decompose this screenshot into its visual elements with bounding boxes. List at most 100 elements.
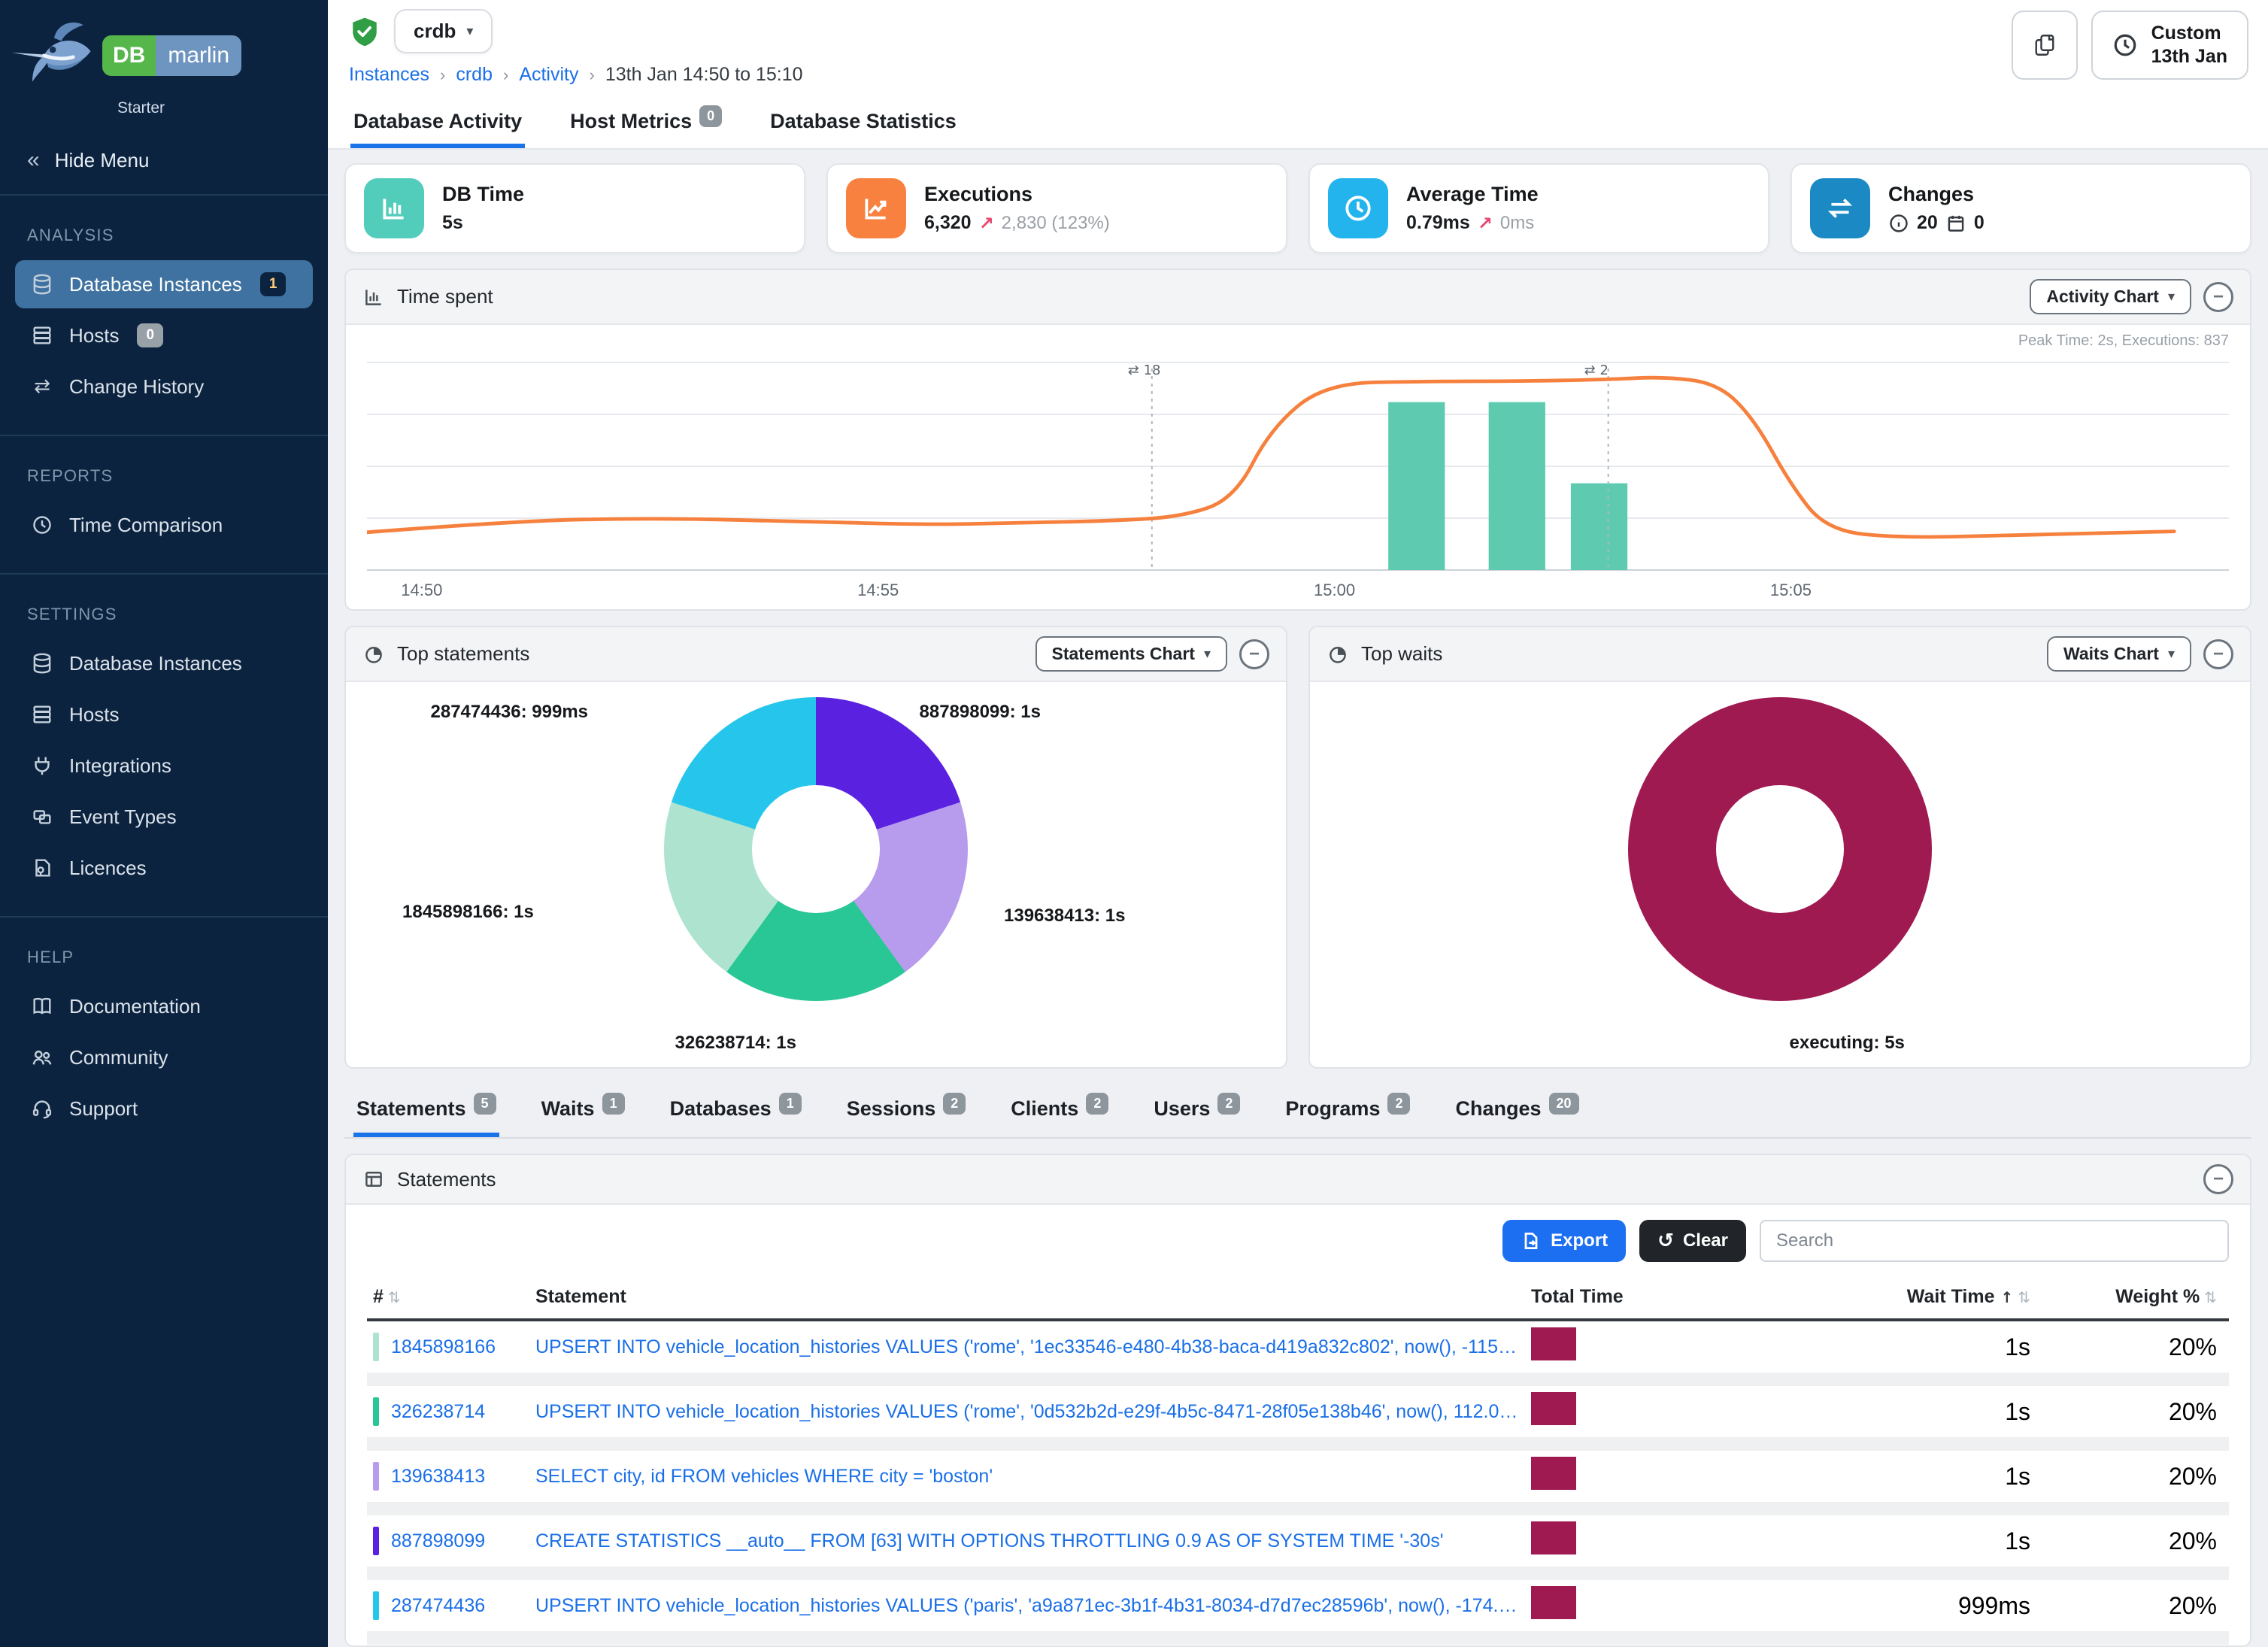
section-title: HELP [27, 948, 301, 967]
sidebar-item-label: Support [69, 1097, 138, 1121]
waits-donut-chart[interactable] [1628, 697, 1932, 1001]
tab-host-metrics[interactable]: Host Metrics 0 [567, 96, 725, 148]
subtab-changes[interactable]: Changes 20 [1452, 1087, 1581, 1137]
sidebar-item-label: Database Instances [69, 652, 242, 675]
sidebar-item-event-types[interactable]: Event Types [15, 793, 313, 841]
sidebar-item-support[interactable]: Support [15, 1084, 313, 1133]
collapse-panel-button[interactable]: − [2203, 282, 2233, 312]
statements-chart-select[interactable]: Statements Chart ▾ [1035, 636, 1227, 672]
page-content: DB Time 5s Executions 6,320 ↗ 2,830 (123… [328, 150, 2268, 1647]
subtab-waits[interactable]: Waits 1 [538, 1087, 628, 1137]
copy-link-button[interactable] [2012, 11, 2078, 80]
column-header-wait-time[interactable]: Wait Time↑⇅ [1781, 1286, 2036, 1308]
column-header-statement[interactable]: Statement [529, 1286, 1525, 1308]
column-header-total-time[interactable]: Total Time [1525, 1286, 1781, 1308]
statement-color-bar [373, 1462, 379, 1491]
people-icon [30, 1045, 54, 1069]
column-header-num[interactable]: #⇅ [367, 1286, 529, 1308]
pie-chart-icon [362, 643, 385, 666]
count-badge: 1 [602, 1093, 625, 1115]
hide-menu-button[interactable]: « Hide Menu [0, 126, 328, 196]
breadcrumb-activity[interactable]: Activity [519, 64, 578, 86]
collapse-panel-button[interactable]: − [1239, 639, 1269, 669]
subtab-clients[interactable]: Clients 2 [1008, 1087, 1111, 1137]
search-input[interactable] [1760, 1220, 2229, 1262]
statement-sql-link[interactable]: UPSERT INTO vehicle_location_histories V… [535, 1401, 1519, 1423]
statements-donut-chart[interactable] [664, 697, 968, 1001]
count-badge: 1 [779, 1093, 802, 1115]
collapse-panel-button[interactable]: − [2203, 639, 2233, 669]
count-badge: 2 [1387, 1093, 1410, 1115]
sidebar-item-label: Database Instances [69, 273, 242, 296]
statement-id-link[interactable]: 139638413 [391, 1466, 485, 1488]
sidebar-item-documentation[interactable]: Documentation [15, 982, 313, 1030]
sidebar-item-settings-hosts[interactable]: Hosts [15, 690, 313, 739]
breadcrumb-instances[interactable]: Instances [349, 64, 429, 86]
collapse-panel-button[interactable]: − [2203, 1164, 2233, 1194]
donut-panels-row: Top statements Statements Chart ▾ − 2874… [344, 626, 2251, 1069]
table-row: 1845898166 UPSERT INTO vehicle_location_h… [367, 1321, 2229, 1386]
waits-chart-select[interactable]: Waits Chart ▾ [2047, 636, 2191, 672]
sidebar-item-time-comparison[interactable]: Time Comparison [15, 501, 313, 549]
instance-selector[interactable]: crdb ▾ [394, 9, 493, 53]
card-value: 5s [442, 212, 524, 234]
time-spent-body: Peak Time: 2s, Executions: 837 ⇄ 18⇄ 2 1… [346, 325, 2250, 609]
sidebar-item-database-instances[interactable]: Database Instances 1 [15, 260, 313, 308]
tab-label: Host Metrics [570, 110, 692, 133]
tab-database-statistics[interactable]: Database Statistics [767, 96, 960, 148]
top-statements-chart-area: 287474436: 999ms 887898099: 1s 184589816… [346, 682, 1286, 1067]
app-window: DB marlin Starter « Hide Menu ANALYSIS D… [0, 0, 2268, 1647]
sidebar-item-community[interactable]: Community [15, 1033, 313, 1081]
info-circle-icon [1888, 213, 1909, 234]
sidebar-item-licences[interactable]: Licences [15, 844, 313, 892]
hide-menu-label: Hide Menu [55, 149, 150, 172]
donut-slice-label: 326238714: 1s [675, 1033, 796, 1054]
statement-id-link[interactable]: 887898099 [391, 1530, 485, 1552]
statement-sql-link[interactable]: UPSERT INTO vehicle_location_histories V… [535, 1336, 1519, 1358]
statement-sql-link[interactable]: SELECT city, id FROM vehicles WHERE city… [535, 1466, 1519, 1488]
sidebar-item-change-history[interactable]: ⇄ Change History [15, 362, 313, 411]
subtab-programs[interactable]: Programs 2 [1282, 1087, 1413, 1137]
subtab-databases[interactable]: Databases 1 [667, 1087, 805, 1137]
calendar-icon [1945, 213, 1966, 234]
card-title: Executions [924, 183, 1110, 206]
main-area: crdb ▾ Instances › crdb › Activity › 13t… [328, 0, 2268, 1647]
tab-database-activity[interactable]: Database Activity [350, 96, 525, 148]
section-title: SETTINGS [27, 605, 301, 624]
sidebar-item-integrations[interactable]: Integrations [15, 742, 313, 790]
svg-text:⇄ 2: ⇄ 2 [1584, 362, 1609, 378]
export-button[interactable]: Export [1502, 1220, 1626, 1262]
wait-time-cell: 1s [1781, 1527, 2036, 1555]
export-label: Export [1551, 1230, 1608, 1251]
peak-note: Peak Time: 2s, Executions: 837 [367, 328, 2229, 350]
sidebar-item-hosts[interactable]: Hosts 0 [15, 311, 313, 359]
subtab-users[interactable]: Users 2 [1151, 1087, 1243, 1137]
statement-id-link[interactable]: 326238714 [391, 1401, 485, 1423]
sidebar-item-settings-database-instances[interactable]: Database Instances [15, 639, 313, 687]
statement-sql-link[interactable]: CREATE STATISTICS __auto__ FROM [63] WIT… [535, 1530, 1519, 1552]
subtab-sessions[interactable]: Sessions 2 [844, 1087, 969, 1137]
table-header-row: #⇅ Statement Total Time Wait Time↑⇅ Weig [367, 1278, 2229, 1321]
card-value: 0.79ms [1406, 212, 1470, 234]
x-axis-label: 15:00 [1314, 581, 1355, 600]
statement-sql-cell: UPSERT INTO vehicle_location_histories V… [529, 1595, 1525, 1617]
time-range-button[interactable]: Custom 13th Jan [2091, 11, 2248, 80]
time-spent-chart[interactable]: ⇄ 18⇄ 2 [367, 350, 2229, 576]
statement-sql-link[interactable]: UPSERT INTO vehicle_location_histories V… [535, 1595, 1519, 1617]
statement-id-cell: 139638413 [367, 1462, 529, 1491]
clear-button[interactable]: ↺ Clear [1639, 1220, 1746, 1262]
executions-card: Executions 6,320 ↗ 2,830 (123%) [826, 163, 1287, 253]
section-title: REPORTS [27, 466, 301, 486]
info-change-count: 20 [1917, 212, 1938, 234]
clear-label: Clear [1683, 1230, 1728, 1251]
statement-id-link[interactable]: 287474436 [391, 1595, 485, 1617]
statement-id-link[interactable]: 1845898166 [391, 1336, 496, 1358]
activity-chart-select[interactable]: Activity Chart ▾ [2030, 279, 2191, 314]
wait-time-cell: 1s [1781, 1333, 2036, 1361]
statements-table-body: 1845898166 UPSERT INTO vehicle_location_h… [367, 1321, 2229, 1645]
card-title: Changes [1888, 183, 1984, 206]
column-header-weight[interactable]: Weight %⇅ [2036, 1286, 2229, 1308]
breadcrumb-crdb[interactable]: crdb [456, 64, 493, 86]
subtab-statements[interactable]: Statements 5 [353, 1087, 499, 1137]
table-row: 887898099 CREATE STATISTICS __auto__ FROM… [367, 1515, 2229, 1580]
